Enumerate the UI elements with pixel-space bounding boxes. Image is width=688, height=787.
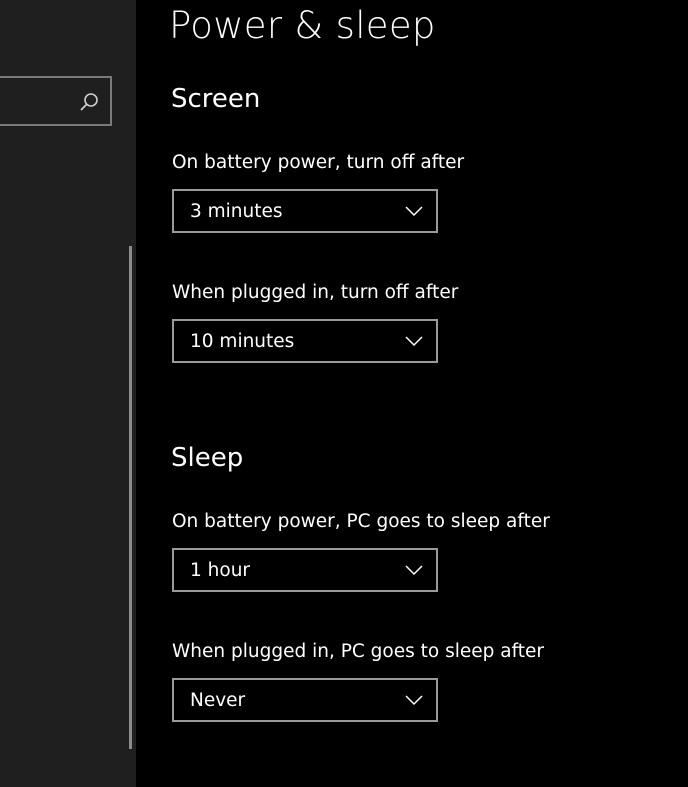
screen-plugged-value: 10 minutes bbox=[190, 331, 295, 352]
search-input[interactable] bbox=[0, 76, 112, 126]
screen-battery-dropdown[interactable]: 3 minutes bbox=[172, 189, 438, 233]
search-icon[interactable] bbox=[78, 91, 100, 113]
chevron-down-icon bbox=[405, 565, 423, 576]
screen-battery-value: 3 minutes bbox=[190, 201, 283, 222]
sleep-battery-dropdown[interactable]: 1 hour bbox=[172, 548, 438, 592]
chevron-down-icon bbox=[405, 336, 423, 347]
page-title: Power & sleep bbox=[169, 4, 436, 47]
settings-window: Power & sleep Screen On battery power, t… bbox=[0, 0, 688, 787]
chevron-down-icon bbox=[405, 695, 423, 706]
screen-section-heading: Screen bbox=[171, 84, 261, 114]
sleep-battery-label: On battery power, PC goes to sleep after bbox=[172, 511, 550, 532]
main-content: Power & sleep Screen On battery power, t… bbox=[136, 0, 688, 787]
sleep-plugged-value: Never bbox=[190, 690, 246, 711]
sleep-battery-value: 1 hour bbox=[190, 560, 251, 581]
screen-plugged-label: When plugged in, turn off after bbox=[172, 282, 459, 303]
sidebar bbox=[0, 0, 136, 787]
screen-battery-label: On battery power, turn off after bbox=[172, 152, 465, 173]
sidebar-scrollbar[interactable] bbox=[129, 246, 132, 749]
screen-plugged-dropdown[interactable]: 10 minutes bbox=[172, 319, 438, 363]
sleep-plugged-label: When plugged in, PC goes to sleep after bbox=[172, 641, 545, 662]
sleep-section-heading: Sleep bbox=[171, 443, 244, 473]
sleep-plugged-dropdown[interactable]: Never bbox=[172, 678, 438, 722]
chevron-down-icon bbox=[405, 206, 423, 217]
